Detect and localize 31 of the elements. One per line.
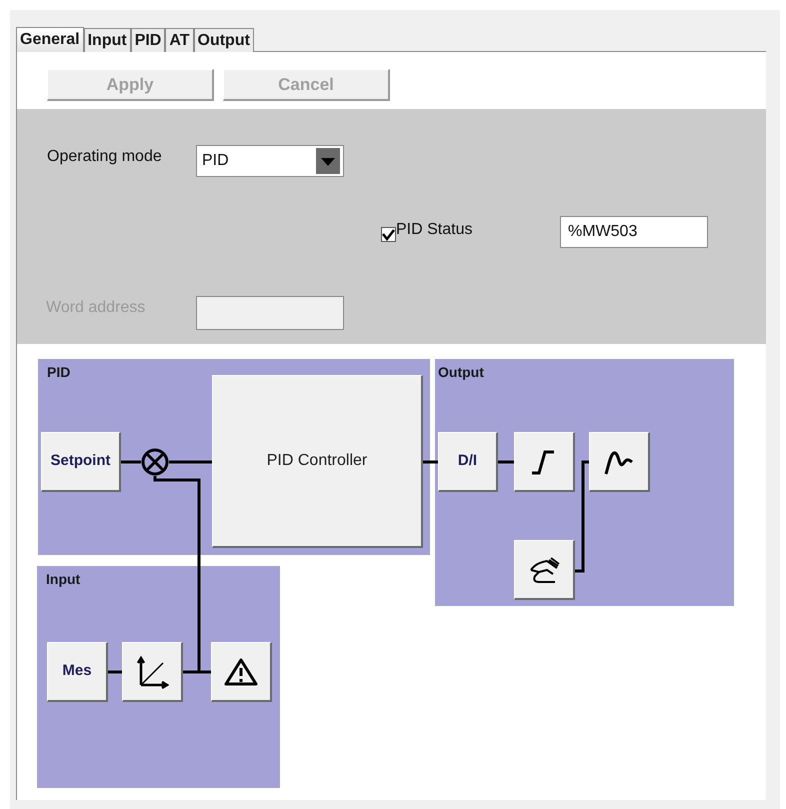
tab[interactable]: Input <box>84 28 131 52</box>
block-button[interactable] <box>211 642 272 702</box>
checkbox-label: PID Status <box>396 220 474 240</box>
block-button[interactable]: Setpoint <box>41 432 121 492</box>
field-label: Operating mode <box>46 147 163 167</box>
axes-icon <box>135 654 169 688</box>
block-button[interactable] <box>122 642 183 702</box>
tab[interactable]: General <box>16 27 84 52</box>
block-button[interactable]: D/I <box>438 432 498 492</box>
checkmark-icon <box>382 228 395 240</box>
summing-junction-icon <box>141 448 169 476</box>
checkbox[interactable] <box>381 226 396 242</box>
connector-line <box>108 670 122 674</box>
panel-title: PID <box>47 363 70 382</box>
block-button[interactable] <box>514 540 575 600</box>
status-field[interactable]: %MW503 <box>560 216 708 248</box>
connector-line <box>121 460 141 464</box>
controller-block: PID Controller <box>212 375 423 548</box>
warning-icon <box>224 656 258 686</box>
block-button[interactable]: Mes <box>47 642 108 702</box>
block-button[interactable] <box>514 432 575 492</box>
panel-title: Output <box>438 363 484 382</box>
connector-line <box>169 460 212 464</box>
connector-line <box>423 460 438 464</box>
block-button[interactable] <box>589 432 650 492</box>
connector-line <box>498 460 514 464</box>
tab[interactable]: Output <box>194 28 254 52</box>
mode-dropdown[interactable]: PID <box>196 145 344 177</box>
tab[interactable]: PID <box>130 28 166 52</box>
tab[interactable]: AT <box>165 28 194 52</box>
panel-title: Input <box>46 570 80 589</box>
